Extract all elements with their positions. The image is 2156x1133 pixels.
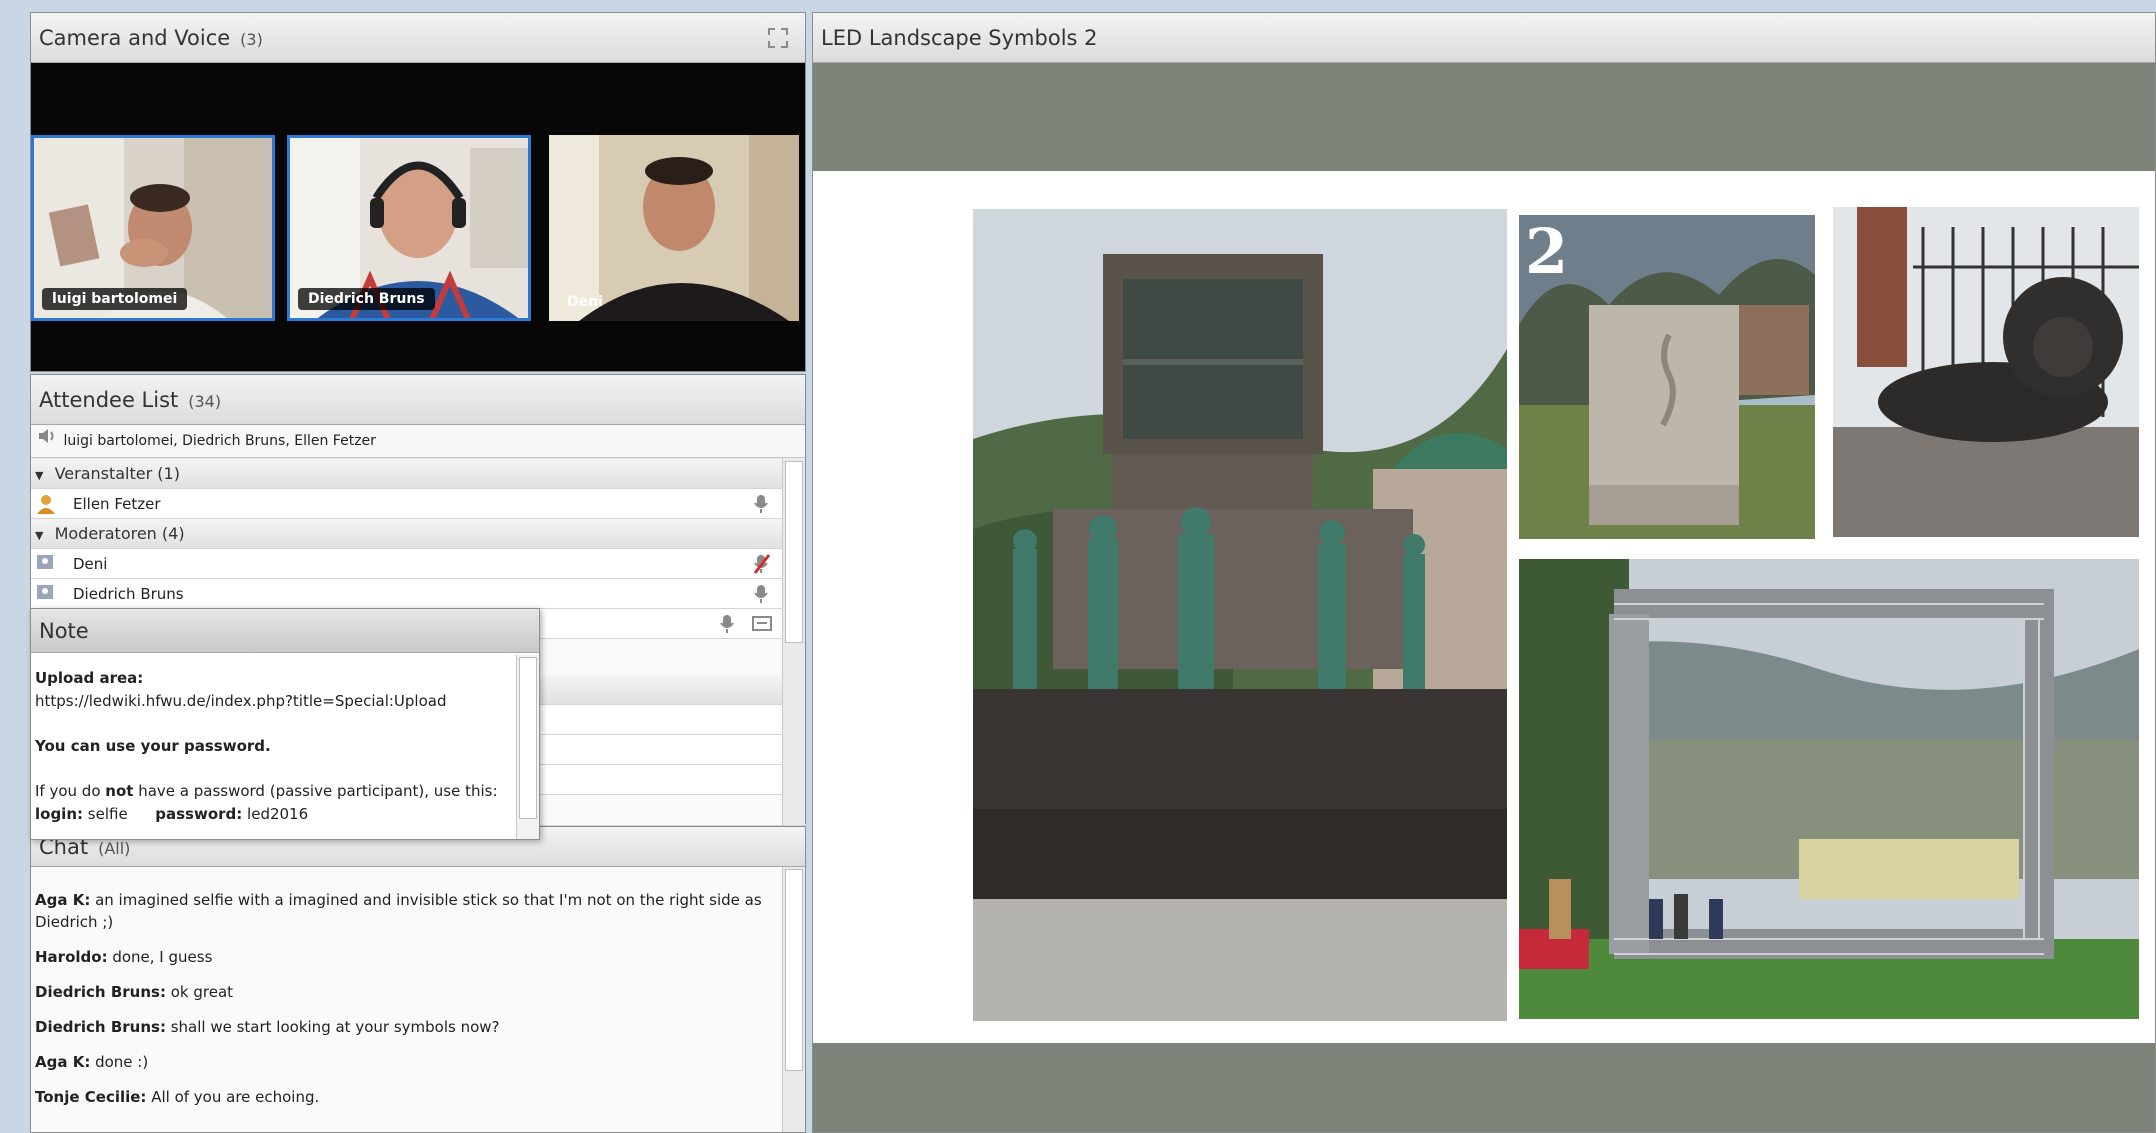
share-pod-title: LED Landscape Symbols 2 <box>821 26 1098 50</box>
photo-lion-statue <box>1833 207 2139 537</box>
group-label: Moderatoren (4) <box>54 524 185 543</box>
note-content[interactable]: Upload area: https://ledwiki.hfwu.de/ind… <box>35 667 511 826</box>
attendee-row-deni[interactable]: Deni <box>31 549 783 579</box>
scrollbar-thumb[interactable] <box>519 657 537 819</box>
photo-frame-sculpture <box>1519 559 2139 1019</box>
passive-suffix: have a password (passive participant), u… <box>133 782 498 800</box>
chat-text: an imagined selfie with a imagined and i… <box>35 891 762 931</box>
camera-voice-pod: Camera and Voice (3) luigi bartolomei Di… <box>30 12 806 372</box>
fullscreen-icon[interactable] <box>767 27 789 49</box>
note-pod: Note Upload area: https://ledwiki.hfwu.d… <box>30 608 540 840</box>
chat-text: shall we start looking at your symbols n… <box>165 1018 500 1036</box>
passive-prefix: If you do <box>35 782 106 800</box>
active-speakers-bar: luigi bartolomei, Diedrich Bruns, Ellen … <box>31 425 805 458</box>
chat-message: Diedrich Bruns: shall we start looking a… <box>35 1016 775 1038</box>
chat-sender: Aga K: <box>35 1053 91 1071</box>
chat-sender: Tonje Cecilie: <box>35 1088 147 1106</box>
group-label: Veranstalter (1) <box>54 464 180 483</box>
scrollbar-thumb[interactable] <box>785 461 803 643</box>
camera-name-label: luigi bartolomei <box>42 288 188 310</box>
share-pod: LED Landscape Symbols 2 2 <box>812 12 2156 1133</box>
camera-pod-header[interactable]: Camera and Voice (3) <box>31 13 805 63</box>
chat-scrollbar[interactable] <box>782 867 805 1132</box>
attendee-pod-header[interactable]: Attendee List (34) <box>31 375 805 425</box>
active-speakers-text: luigi bartolomei, Diedrich Bruns, Ellen … <box>63 433 376 449</box>
attendee-name: Ellen Fetzer <box>73 495 161 513</box>
attendee-group-presenters[interactable]: ▼ Moderatoren (4) <box>31 519 783 549</box>
chat-text: ok great <box>165 983 234 1001</box>
chat-sender: Diedrich Bruns: <box>35 1018 166 1036</box>
attendee-scrollbar[interactable] <box>782 459 805 825</box>
login-value: selfie <box>87 805 128 823</box>
photo-monument <box>973 209 1507 1021</box>
share-top-band <box>813 63 2155 171</box>
upload-url[interactable]: https://ledwiki.hfwu.de/index.php?title=… <box>35 690 511 713</box>
chat-message: Aga K: an imagined selfie with a imagine… <box>35 889 775 933</box>
password-note: You can use your password. <box>35 737 271 755</box>
password-value: led2016 <box>247 805 309 823</box>
note-pod-title: Note <box>39 619 89 643</box>
note-pod-header[interactable]: Note <box>31 609 539 653</box>
attendee-row-diedrich[interactable]: Diedrich Bruns <box>31 579 783 609</box>
attendee-pod-title: Attendee List <box>39 388 179 412</box>
camera-name-label: Deni <box>567 294 603 310</box>
scrollbar-thumb[interactable] <box>785 869 803 1071</box>
presenter-user-icon[interactable] <box>751 613 773 645</box>
microphone-icon[interactable] <box>719 613 739 645</box>
chat-text: done, I guess <box>107 948 213 966</box>
chevron-down-icon[interactable]: ▼ <box>35 469 43 482</box>
camera-tile-luigi[interactable]: luigi bartolomei <box>31 135 275 321</box>
share-bottom-band <box>813 1043 2155 1132</box>
attendee-name: Diedrich Bruns <box>73 585 184 603</box>
passive-bold: not <box>105 782 134 800</box>
camera-tile-diedrich[interactable]: Diedrich Bruns <box>287 135 531 321</box>
attendee-name: Deni <box>73 555 108 573</box>
photo-number: 2 <box>1525 215 1569 288</box>
camera-name-label: Diedrich Bruns <box>298 288 435 310</box>
chat-message: Aga K: done :) <box>35 1051 775 1073</box>
attendee-group-hosts[interactable]: ▼ Veranstalter (1) <box>31 459 783 489</box>
password-label: password: <box>155 805 243 823</box>
chat-message: Diedrich Bruns: ok great <box>35 981 775 1003</box>
note-scrollbar[interactable] <box>516 655 539 839</box>
chat-pod: Chat (All) Aga K: an imagined selfie with… <box>30 826 806 1133</box>
upload-label: Upload area: <box>35 669 144 687</box>
login-label: login: <box>35 805 84 823</box>
chat-text: done :) <box>90 1053 149 1071</box>
chat-message: Tonje Cecilie: All of you are echoing. <box>35 1086 775 1108</box>
camera-tile-deni[interactable]: Deni <box>549 135 799 321</box>
passive-participant-note: If you do not have a password (passive p… <box>35 780 511 803</box>
chat-pod-count: (All) <box>98 839 131 858</box>
chat-sender: Diedrich Bruns: <box>35 983 166 1001</box>
chevron-down-icon[interactable]: ▼ <box>35 529 43 542</box>
chat-text: All of you are echoing. <box>146 1088 320 1106</box>
photo-stone-marker: 2 <box>1519 215 1815 539</box>
share-pod-header[interactable]: LED Landscape Symbols 2 <box>813 13 2155 63</box>
chat-message-list: Aga K: an imagined selfie with a imagine… <box>35 889 775 1121</box>
chat-sender: Aga K: <box>35 891 91 909</box>
login-line: login: selfie password: led2016 <box>35 803 511 826</box>
attendee-pod-count: (34) <box>188 392 222 411</box>
speaker-icon <box>37 425 59 457</box>
attendee-row-ellen[interactable]: Ellen Fetzer <box>31 489 783 519</box>
camera-pod-title: Camera and Voice <box>39 26 231 50</box>
chat-message: Haroldo: done, I guess <box>35 946 775 968</box>
chat-sender: Haroldo: <box>35 948 108 966</box>
camera-pod-count: (3) <box>240 30 263 49</box>
